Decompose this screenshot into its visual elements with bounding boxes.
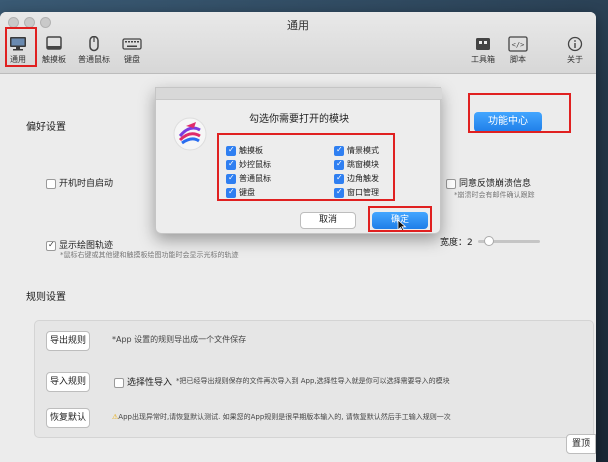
crash-report-hint: *崩溃时会有邮件确认跟踪 [454,191,535,199]
module-corner-trigger[interactable]: 边角触发 [334,173,379,184]
restore-default-button[interactable]: 恢复默认 [46,408,90,428]
module-normal-mouse[interactable]: 普通鼠标 [226,173,271,184]
toolbar-toolbox[interactable]: 工具箱 [470,36,496,65]
feature-center-button[interactable]: 功能中心 [474,112,542,132]
auto-launch-label: 开机时自启动 [59,179,114,189]
restore-default-hint: ⚠App出现异常时,请恢复默认测试. 如果您的App规则是很早期版本输入的, 请… [112,412,451,422]
width-label: 宽度： [440,238,468,248]
module-keyboard-checkbox[interactable] [226,187,236,198]
module-trackpad-checkbox[interactable] [226,145,236,156]
module-keyboard-label: 键盘 [239,188,255,197]
toolbar-general-label: 通用 [10,55,26,64]
monitor-icon [10,37,26,51]
width-slider-thumb[interactable] [484,236,494,246]
preferences-window: 通用 通用 触摸板 普通鼠标 键盘 工具箱 </> 脚本 关于 偏好设置 功能中… [0,12,596,462]
module-corner-trigger-label: 边角触发 [347,174,379,183]
window-title: 通用 [287,19,309,32]
module-normal-mouse-label: 普通鼠标 [239,174,271,183]
module-scene-mode[interactable]: 情景模式 [334,145,379,156]
module-window-manage-label: 窗口管理 [347,188,379,197]
module-corner-trigger-checkbox[interactable] [334,173,344,184]
trackpad-icon [46,36,62,50]
crash-report-checkbox[interactable] [446,178,456,189]
width-setting: 宽度：2 [440,235,473,248]
pin-top-button[interactable]: 置顶 [566,434,596,454]
toolbar-keyboard[interactable]: 键盘 [120,36,144,65]
dialog-cancel-button[interactable]: 取消 [300,212,356,229]
selective-import-option[interactable]: 选择性导入 [114,375,172,388]
module-window-manage[interactable]: 窗口管理 [334,187,379,198]
module-magic-mouse-label: 妙控鼠标 [239,160,271,169]
auto-launch-option[interactable]: 开机时自启动 [46,176,113,189]
restore-default-hint-text: App出现异常时,请恢复默认测试. 如果您的App规则是很早期版本输入的, 请恢… [118,413,451,421]
mouse-cursor-icon [397,219,407,232]
dialog-title: 勾选你需要打开的模块 [249,114,349,125]
module-window-jump-checkbox[interactable] [334,159,344,170]
script-icon: </> [508,36,528,52]
toolbar-about-label: 关于 [567,55,583,64]
info-icon [567,36,583,52]
toolbar-script-label: 脚本 [510,55,526,64]
titlebar: 通用 通用 触摸板 普通鼠标 键盘 工具箱 </> 脚本 关于 [0,12,596,74]
module-magic-mouse[interactable]: 妙控鼠标 [226,159,271,170]
svg-text:</>: </> [512,41,525,49]
module-window-manage-checkbox[interactable] [334,187,344,198]
toolbar-about[interactable]: 关于 [564,36,586,65]
show-trail-checkbox[interactable] [46,240,56,251]
export-rules-button[interactable]: 导出规则 [46,331,90,351]
toolbar-mouse[interactable]: 普通鼠标 [76,36,112,65]
selective-import-label: 选择性导入 [127,378,173,388]
toolbar-keyboard-label: 键盘 [124,55,140,64]
rules-title: 规则设置 [26,292,66,303]
module-select-dialog: 勾选你需要打开的模块 触摸板 妙控鼠标 普通鼠标 键盘 情景模式 跳窗模块 边角… [155,87,442,234]
module-trackpad-label: 触摸板 [239,146,263,155]
module-magic-mouse-checkbox[interactable] [226,159,236,170]
import-rules-hint: *把已经导出规则保存的文件再次导入到 App,选择性导入就是你可以选择需要导入的… [176,377,450,385]
import-rules-button[interactable]: 导入规则 [46,372,90,392]
keyboard-icon [122,38,142,50]
selective-import-checkbox[interactable] [114,377,124,388]
crash-report-option[interactable]: 同意反馈崩溃信息 [446,176,531,189]
width-value: 2 [467,238,473,248]
dialog-titlebar [156,88,442,100]
module-trackpad[interactable]: 触摸板 [226,145,263,156]
toolbar-general[interactable]: 通用 [6,36,30,65]
crash-report-label: 同意反馈崩溃信息 [459,179,532,189]
mouse-icon [89,36,99,52]
module-scene-mode-checkbox[interactable] [334,145,344,156]
export-rules-hint: *App 设置的规则导出成一个文件保存 [112,335,247,344]
show-trail-hint: *鼠标右键或其他键和触摸板绘图功能时会显示光标的轨迹 [60,251,239,259]
module-window-jump[interactable]: 跳窗模块 [334,159,379,170]
module-window-jump-label: 跳窗模块 [347,160,379,169]
toolbar-mouse-label: 普通鼠标 [78,55,110,64]
preferences-title: 偏好设置 [26,122,66,133]
toolbar-toolbox-label: 工具箱 [471,55,495,64]
module-keyboard[interactable]: 键盘 [226,187,255,198]
module-scene-mode-label: 情景模式 [347,146,379,155]
toolbar-script[interactable]: </> 脚本 [506,36,530,65]
module-normal-mouse-checkbox[interactable] [226,173,236,184]
toolbar-trackpad[interactable]: 触摸板 [40,36,68,65]
toolbox-icon [476,38,490,50]
auto-launch-checkbox[interactable] [46,178,56,189]
toolbar-trackpad-label: 触摸板 [42,55,66,64]
